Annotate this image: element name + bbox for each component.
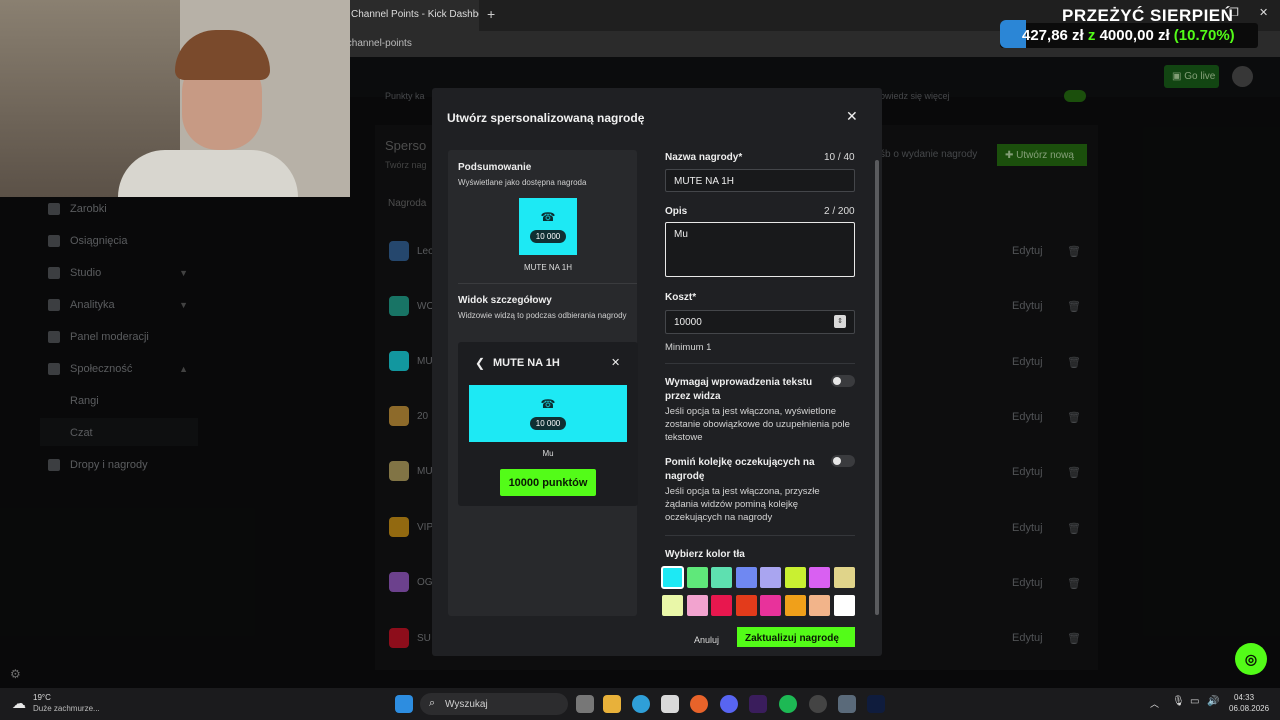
firefox-icon[interactable] — [690, 695, 708, 713]
phone-icon: ☎ — [540, 397, 556, 411]
edge-icon[interactable] — [632, 695, 650, 713]
promo-percent: (10.70%) — [1173, 27, 1235, 44]
skip-queue-label: Pomiń kolejkę oczekujących na nagrodę — [665, 457, 815, 482]
webcam-person-shirt — [118, 150, 298, 197]
summary-title: Podsumowanie — [458, 162, 532, 173]
color-swatch[interactable] — [735, 567, 757, 588]
color-swatch[interactable] — [686, 595, 708, 616]
summary-subtitle: Wyświetlane jako dostępna nagroda — [458, 178, 587, 187]
settings-icon[interactable] — [838, 695, 856, 713]
detail-tile: ☎ 10 000 — [469, 385, 627, 442]
close-icon[interactable]: ✕ — [846, 108, 858, 125]
close-window-icon[interactable]: ✕ — [1259, 6, 1268, 19]
color-swatch[interactable] — [809, 567, 830, 588]
clock-date[interactable]: 06.08.2026 — [1229, 704, 1269, 713]
cost-minimum: Minimum 1 — [665, 342, 712, 353]
detail-subtitle: Widzowie widzą to podczas odbierania nag… — [458, 311, 627, 320]
url-text: /channel-points — [344, 38, 412, 49]
network-icon[interactable]: ▭ — [1190, 696, 1199, 707]
search-icon: ⌕ — [429, 697, 436, 709]
windows-start-icon[interactable] — [395, 695, 413, 713]
taskbar-search[interactable]: Wyszukaj — [420, 693, 568, 715]
name-counter: 10 / 40 — [824, 152, 855, 163]
description-value: Mu — [674, 229, 688, 240]
divider — [665, 535, 855, 536]
support-chat-button[interactable]: ◎ — [1235, 643, 1267, 675]
color-swatch[interactable] — [833, 595, 855, 616]
modal-title: Utwórz spersonalizowaną nagrodę — [447, 111, 645, 125]
task-view-icon[interactable] — [576, 695, 594, 713]
reward-name-input[interactable]: MUTE NA 1H — [665, 169, 855, 192]
cost-stepper[interactable]: ⇕ — [834, 315, 846, 328]
search-label: Wyszukaj — [445, 699, 488, 710]
color-swatch[interactable] — [686, 567, 708, 588]
cancel-button[interactable]: Anuluj — [694, 635, 719, 645]
clock-time[interactable]: 04:33 — [1234, 693, 1254, 702]
volume-icon[interactable]: 🔊 — [1207, 696, 1219, 707]
weather-temp: 19°C — [33, 693, 51, 702]
tab-title: Channel Points - Kick Dashboard — [351, 9, 479, 20]
modal-scrollbar[interactable] — [875, 160, 879, 615]
photoshop-icon[interactable] — [867, 695, 885, 713]
color-row-1 — [661, 566, 855, 589]
description-label: Opis — [665, 206, 688, 217]
color-swatch[interactable] — [735, 595, 757, 616]
description-textarea[interactable]: Mu — [665, 222, 855, 277]
tile-cost-pill: 10 000 — [529, 417, 567, 430]
next-app-icon[interactable] — [749, 695, 767, 713]
microphone-icon[interactable]: 🎙 — [1172, 696, 1185, 707]
divider — [458, 283, 637, 284]
store-icon[interactable] — [661, 695, 679, 713]
require-text-label: Wymagaj wprowadzenia tekstu przez widza — [665, 377, 813, 402]
app-icon[interactable] — [809, 695, 827, 713]
color-swatch[interactable] — [760, 595, 781, 616]
color-swatch[interactable] — [784, 567, 806, 588]
color-swatch-selected[interactable] — [661, 566, 684, 589]
detail-description: Mu — [542, 449, 554, 458]
color-swatch[interactable] — [833, 567, 855, 588]
cost-input[interactable]: 10000 — [665, 310, 855, 334]
cost-value: 10000 — [674, 317, 702, 328]
detail-title: Widok szczegółowy — [458, 295, 552, 306]
reward-tile-preview: ☎ 10 000 — [519, 198, 577, 255]
color-swatch[interactable] — [760, 567, 781, 588]
browser-tab[interactable]: Channel Points - Kick Dashboard — [341, 0, 479, 31]
color-label: Wybierz kolor tła — [665, 549, 745, 560]
color-row-2 — [662, 595, 855, 616]
promo-amount: 427,86 zł — [1022, 27, 1084, 44]
chevron-left-icon: ❮ — [475, 356, 486, 370]
phone-icon: ☎ — [540, 210, 556, 224]
weather-desc: Duże zachmurze... — [33, 704, 100, 713]
promo-of: z — [1087, 27, 1096, 44]
detail-name: MUTE NA 1H — [493, 357, 560, 369]
file-explorer-icon[interactable] — [603, 695, 621, 713]
tray-chevron-icon[interactable]: ︿ — [1150, 697, 1159, 710]
divider — [665, 363, 855, 364]
name-label: Nazwa nagrody* — [665, 152, 743, 163]
weather-icon[interactable]: ☁ — [12, 695, 26, 712]
require-text-help: Jeśli opcja ta jest włączona, wyświetlon… — [665, 406, 850, 443]
promo-progress-text: 427,86 zł z 4000,00 zł (10.70%) — [1022, 27, 1235, 44]
spotify-icon[interactable] — [779, 695, 797, 713]
redeem-points-button: 10000 punktów — [500, 469, 596, 496]
color-swatch[interactable] — [662, 595, 683, 616]
cost-label: Koszt* — [665, 292, 697, 303]
update-reward-button[interactable]: Zaktualizuj nagrodę — [737, 627, 855, 647]
color-swatch[interactable] — [711, 595, 732, 616]
skip-queue-toggle[interactable] — [831, 455, 855, 467]
color-swatch[interactable] — [784, 595, 806, 616]
discord-icon[interactable] — [720, 695, 738, 713]
detail-close-icon: ✕ — [611, 357, 621, 369]
tile-cost-pill: 10 000 — [529, 230, 567, 243]
new-tab-button[interactable]: + — [487, 6, 495, 22]
promo-goal: 4000,00 zł — [1099, 27, 1170, 44]
require-text-toggle[interactable] — [831, 375, 855, 387]
skip-queue-help: Jeśli opcja ta jest włączona, przyszłe ż… — [665, 486, 820, 523]
reward-name-value: MUTE NA 1H — [674, 176, 735, 187]
tile-name: MUTE NA 1H — [523, 263, 572, 272]
description-counter: 2 / 200 — [824, 206, 855, 217]
color-swatch[interactable] — [711, 567, 732, 588]
color-swatch[interactable] — [809, 595, 830, 616]
